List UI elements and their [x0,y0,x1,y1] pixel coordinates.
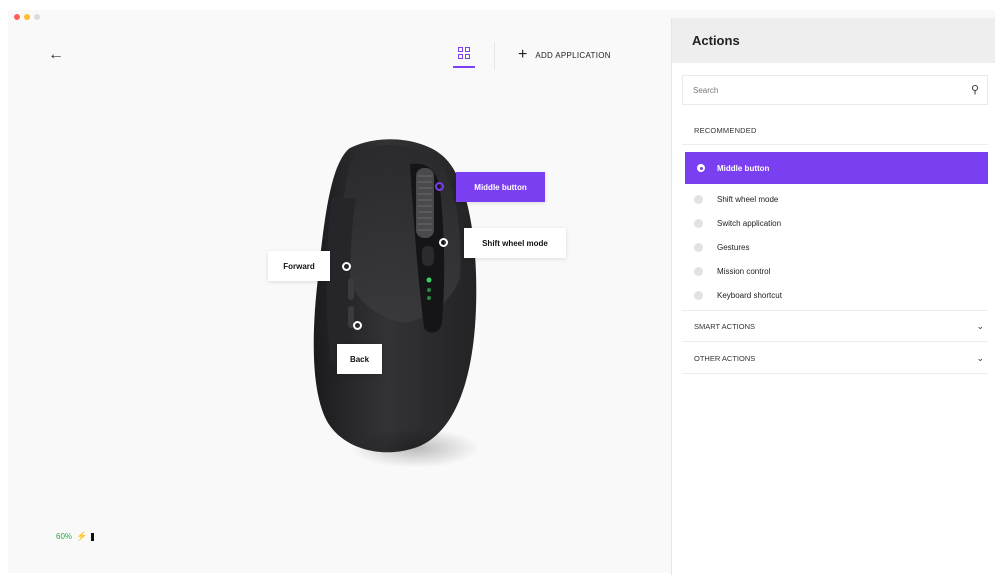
chevron-down-icon: ⌄ [976,320,984,331]
action-item-middle-button[interactable]: Middle button [685,152,988,184]
action-item-label: Middle button [717,163,770,173]
mouse-shadow [350,428,480,468]
add-application-label: ADD APPLICATION [535,50,611,60]
divider [682,341,988,342]
charging-icon: ⚡ [76,531,88,541]
active-view-underline [453,66,475,68]
plus-icon: + [518,46,528,63]
actions-panel: Actions ⚲ RECOMMENDED Middle button Shif… [671,18,995,575]
action-item-label: Mission control [717,266,771,276]
recommended-label: RECOMMENDED [694,126,757,135]
middle-button-callout[interactable]: Middle button [456,172,545,202]
back-hotspot[interactable] [353,321,362,330]
action-item-keyboard-shortcut[interactable]: Keyboard shortcut [694,287,782,303]
action-item-label: Switch application [717,218,782,228]
middle-button-callout-label: Middle button [474,182,527,192]
battery-status: 60% ⚡ [56,531,95,542]
section-label: SMART ACTIONS [694,321,755,331]
action-item-switch-application[interactable]: Switch application [694,215,781,231]
radio-icon [694,242,703,252]
action-item-gestures[interactable]: Gestures [694,239,749,255]
battery-icon [91,532,95,541]
action-item-shift-wheel-mode[interactable]: Shift wheel mode [694,191,778,207]
forward-hotspot[interactable] [342,262,351,271]
radio-icon [694,290,703,300]
add-application-button[interactable]: + ADD APPLICATION [518,47,611,63]
forward-callout-label: Forward [283,261,315,271]
search-input[interactable] [691,76,955,104]
action-item-label: Gestures [717,242,750,252]
radio-selected-icon [697,164,705,172]
section-label: OTHER ACTIONS [694,353,756,363]
other-actions-section[interactable]: OTHER ACTIONS ⌄ [682,346,988,370]
toolbar-divider [494,42,495,70]
middle-button-hotspot[interactable] [435,182,444,191]
grid-icon[interactable] [453,44,475,70]
shift-wheel-mode-hotspot[interactable] [439,238,448,247]
arrow-left-icon[interactable]: ← [48,46,64,64]
divider [682,373,988,374]
back-callout[interactable]: Back [337,344,382,374]
battery-percent: 60% [56,532,73,541]
action-item-label: Shift wheel mode [717,194,779,204]
search-icon[interactable]: ⚲ [971,83,979,96]
smart-actions-section[interactable]: SMART ACTIONS ⌄ [682,314,988,338]
radio-icon [694,266,703,276]
action-item-label: Keyboard shortcut [717,290,782,300]
minimize-window-button[interactable] [24,14,30,20]
action-item-mission-control[interactable]: Mission control [694,263,770,279]
search-box: ⚲ [682,75,988,105]
actions-panel-title: Actions [692,33,740,48]
forward-callout[interactable]: Forward [268,251,330,281]
close-window-button[interactable] [14,14,20,20]
back-callout-label: Back [349,354,370,364]
shift-wheel-mode-callout-label: Shift wheel mode [482,238,548,248]
radio-icon [694,194,703,204]
shift-wheel-mode-callout[interactable]: Shift wheel mode [464,228,566,258]
divider [682,144,988,145]
chevron-down-icon: ⌄ [976,352,984,363]
divider [682,310,988,311]
actions-panel-header: Actions [672,18,995,63]
window-controls [14,14,40,20]
zoom-window-button[interactable] [34,14,40,20]
radio-icon [694,218,703,228]
